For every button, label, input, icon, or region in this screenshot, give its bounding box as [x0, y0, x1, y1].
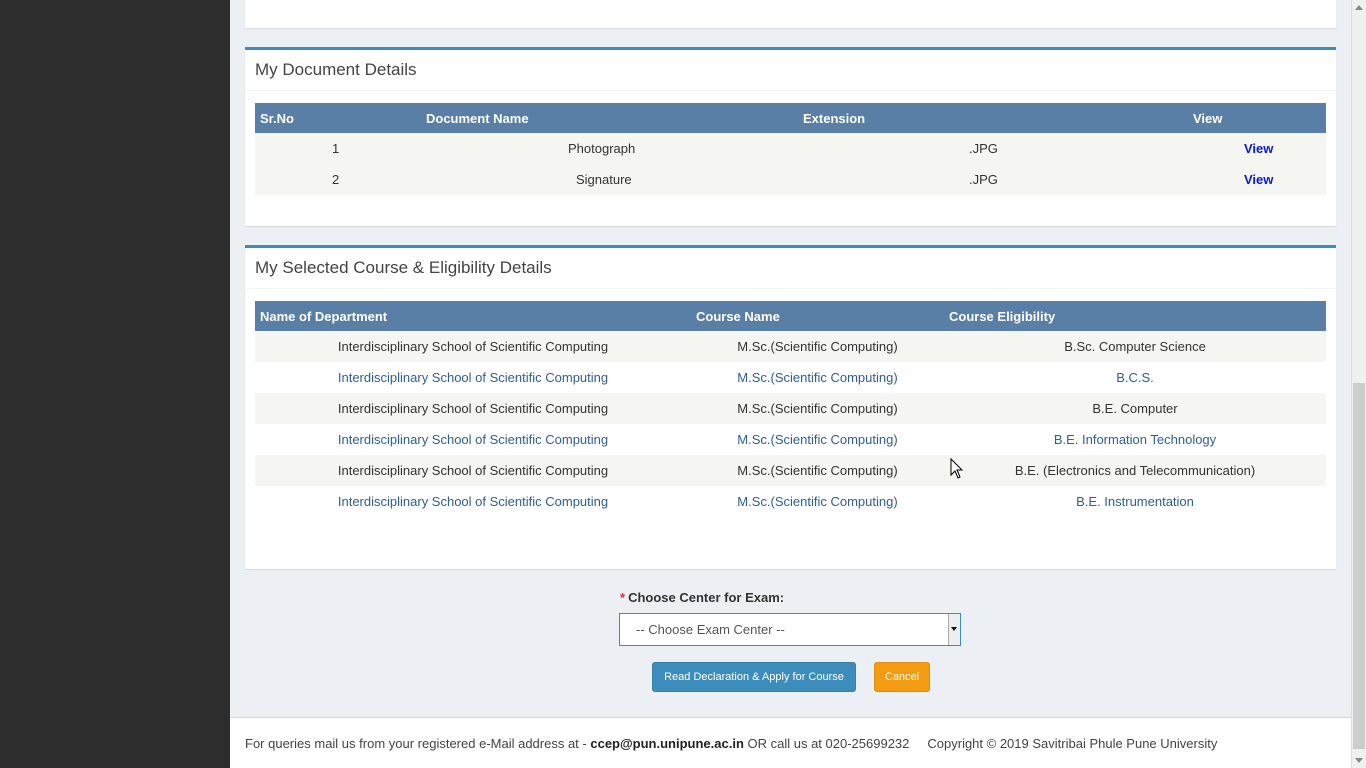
column-header-srno: Sr.No [255, 103, 421, 133]
footer-copyright: Copyright © 2019 Savitribai Phule Pune U… [927, 736, 1218, 751]
column-header-department: Name of Department [255, 301, 691, 331]
column-header-course-name: Course Name [691, 301, 944, 331]
exam-center-selected-value: -- Choose Exam Center -- [636, 622, 785, 637]
left-sidebar [0, 0, 230, 768]
srno-cell: 2 [255, 164, 421, 195]
course-eligibility-panel: My Selected Course & Eligibility Details… [245, 245, 1336, 569]
table-row: Interdisciplinary School of Scientific C… [255, 331, 1326, 362]
course-eligibility-title: My Selected Course & Eligibility Details [245, 248, 1336, 289]
department-cell: Interdisciplinary School of Scientific C… [255, 424, 691, 455]
footer-email: ccep@pun.unipune.ac.in [590, 736, 744, 751]
view-cell: View [1188, 133, 1326, 164]
eligibility-cell: B.E. Computer [944, 393, 1326, 424]
footer-prefix: For queries mail us from your registered… [245, 736, 591, 751]
scroll-down-icon[interactable] [1352, 753, 1366, 768]
caret-down-icon[interactable] [948, 614, 960, 645]
footer-text: For queries mail us from your registered… [245, 736, 1217, 751]
course-name-cell: M.Sc.(Scientific Computing) [691, 393, 944, 424]
department-cell: Interdisciplinary School of Scientific C… [255, 393, 691, 424]
table-row: Interdisciplinary School of Scientific C… [255, 424, 1326, 455]
documents-header-row: Sr.No Document Name Extension View [255, 103, 1326, 133]
table-row: Interdisciplinary School of Scientific C… [255, 486, 1326, 517]
extension-cell: .JPG [798, 133, 1188, 164]
column-header-extension: Extension [798, 103, 1188, 133]
department-cell: Interdisciplinary School of Scientific C… [255, 331, 691, 362]
required-marker: * [620, 590, 626, 605]
course-name-cell: M.Sc.(Scientific Computing) [691, 424, 944, 455]
content-wrapper: My Document Details Sr.No Document Name … [230, 0, 1351, 768]
course-name-cell: M.Sc.(Scientific Computing) [691, 486, 944, 517]
table-row: Interdisciplinary School of Scientific C… [255, 455, 1326, 486]
document-details-title: My Document Details [245, 50, 1336, 91]
exam-center-label-text: Choose Center for Exam: [628, 590, 785, 605]
column-header-course-eligibility: Course Eligibility [944, 301, 1326, 331]
footer: For queries mail us from your registered… [230, 717, 1351, 768]
table-row: 1 Photograph .JPG View [255, 133, 1326, 164]
apply-for-course-button[interactable]: Read Declaration & Apply for Course [652, 662, 856, 692]
table-row: 2 Signature .JPG View [255, 164, 1326, 195]
exam-center-label: * Choose Center for Exam: [620, 590, 784, 605]
vertical-scrollbar[interactable] [1351, 0, 1366, 768]
document-name-cell: Photograph [421, 133, 798, 164]
scroll-up-icon[interactable] [1352, 0, 1366, 15]
column-header-view: View [1188, 103, 1326, 133]
table-row: Interdisciplinary School of Scientific C… [255, 393, 1326, 424]
view-cell: View [1188, 164, 1326, 195]
course-name-cell: M.Sc.(Scientific Computing) [691, 362, 944, 393]
courses-table: Name of Department Course Name Course El… [255, 301, 1326, 517]
eligibility-cell: B.E. Information Technology [944, 424, 1326, 455]
extension-cell: .JPG [798, 164, 1188, 195]
document-name-cell: Signature [421, 164, 798, 195]
table-row: Interdisciplinary School of Scientific C… [255, 362, 1326, 393]
department-cell: Interdisciplinary School of Scientific C… [255, 455, 691, 486]
courses-header-row: Name of Department Course Name Course El… [255, 301, 1326, 331]
column-header-document-name: Document Name [421, 103, 798, 133]
eligibility-cell: B.C.S. [944, 362, 1326, 393]
view-photograph-link[interactable]: View [1244, 141, 1273, 156]
cancel-button[interactable]: Cancel [874, 662, 930, 692]
footer-phone: OR call us at 020-25699232 [743, 736, 910, 751]
exam-center-select[interactable]: -- Choose Exam Center -- [619, 613, 961, 646]
previous-panel [245, 0, 1336, 28]
document-details-panel: My Document Details Sr.No Document Name … [245, 47, 1336, 226]
course-name-cell: M.Sc.(Scientific Computing) [691, 455, 944, 486]
srno-cell: 1 [255, 133, 421, 164]
view-signature-link[interactable]: View [1244, 172, 1273, 187]
scrollbar-thumb[interactable] [1353, 383, 1365, 749]
eligibility-cell: B.E. Instrumentation [944, 486, 1326, 517]
eligibility-cell: B.Sc. Computer Science [944, 331, 1326, 362]
department-cell: Interdisciplinary School of Scientific C… [255, 362, 691, 393]
eligibility-cell: B.E. (Electronics and Telecommunication) [944, 455, 1326, 486]
documents-table: Sr.No Document Name Extension View 1 Pho… [255, 103, 1326, 195]
mouse-pointer-icon [950, 458, 964, 479]
course-name-cell: M.Sc.(Scientific Computing) [691, 331, 944, 362]
department-cell: Interdisciplinary School of Scientific C… [255, 486, 691, 517]
